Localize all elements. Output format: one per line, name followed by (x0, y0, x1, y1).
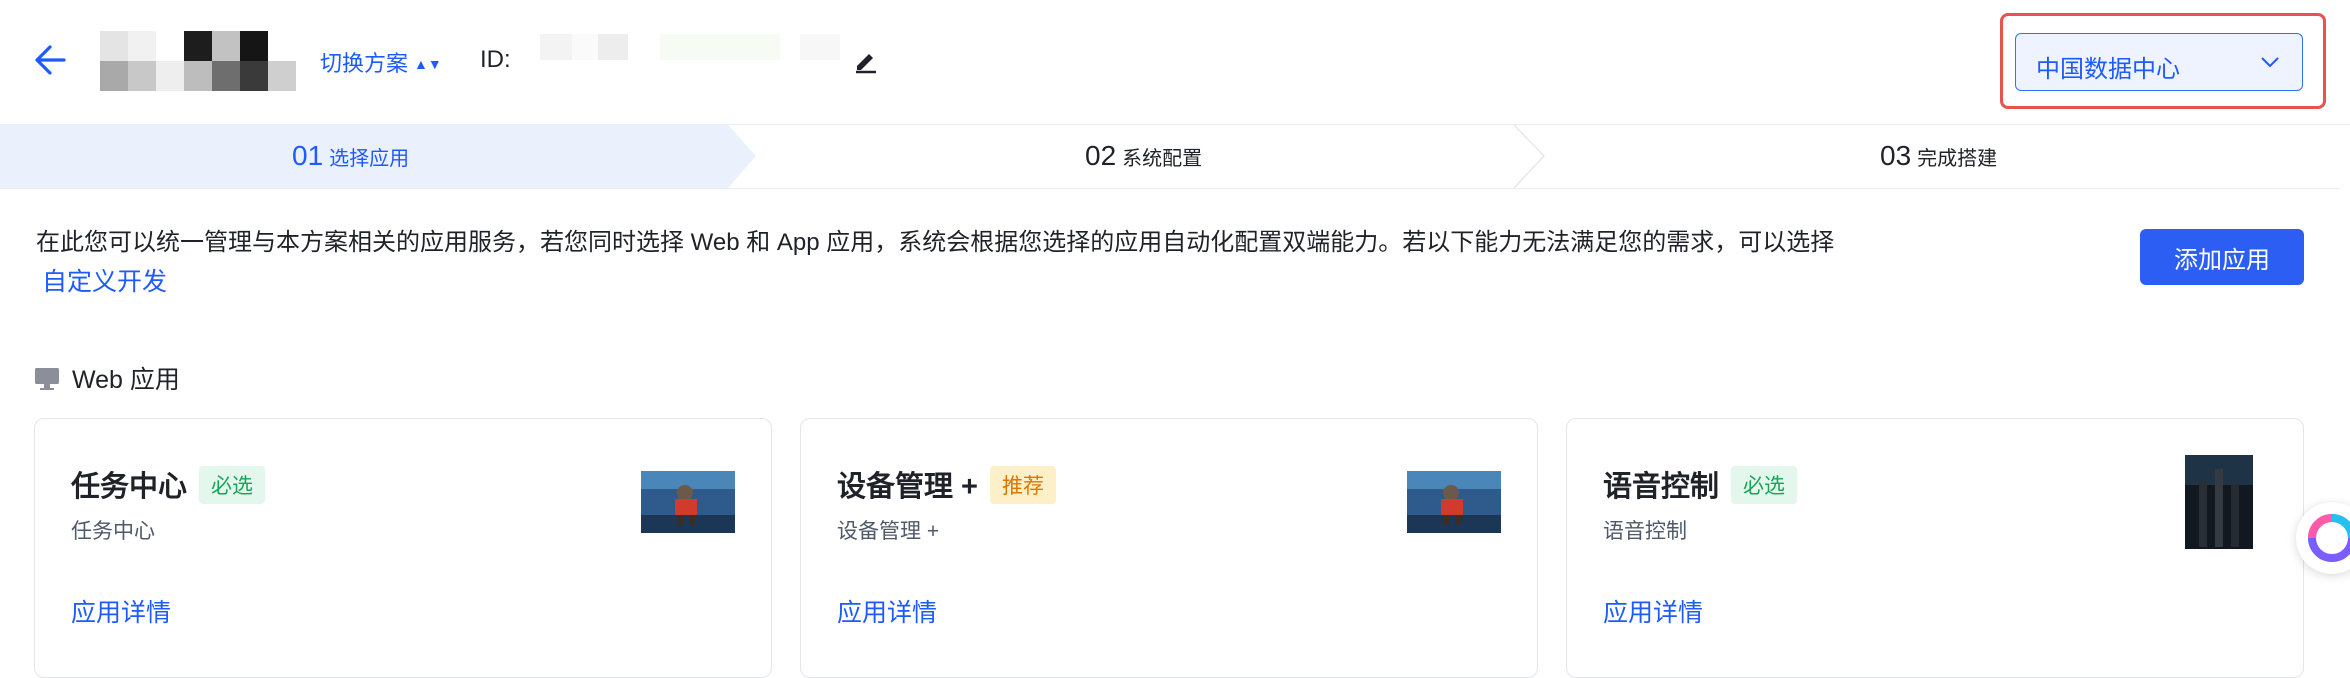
blurred-app-logo (100, 31, 296, 91)
back-arrow-icon[interactable] (30, 40, 70, 80)
step-number: 01 (292, 140, 324, 171)
app-card-voice-control[interactable]: 语音控制 必选 语音控制 应用详情 (1566, 418, 2304, 678)
assistant-ring-icon (2308, 514, 2350, 562)
step-system-config[interactable]: 02 系统配置 (1085, 140, 1202, 172)
monitor-icon (34, 367, 60, 398)
card-title-text: 任务中心 (71, 471, 188, 503)
add-app-button[interactable]: 添加应用 (2140, 229, 2304, 285)
top-header: 切换方案 ▲▼ ID: 中国数据中心 (0, 0, 2350, 125)
step-number: 03 (1880, 140, 1912, 171)
edit-pencil-icon[interactable] (852, 46, 880, 74)
app-card-task-center[interactable]: 任务中心 必选 任务中心 应用详情 (34, 418, 772, 678)
card-thumbnail-image (1407, 471, 1501, 533)
switch-plan-button[interactable]: 切换方案 ▲▼ (320, 46, 442, 78)
app-detail-link[interactable]: 应用详情 (837, 593, 937, 629)
switch-plan-label: 切换方案 (320, 51, 409, 76)
recommended-badge: 推荐 (990, 466, 1056, 504)
section-title-text: Web 应用 (72, 366, 180, 394)
card-thumbnail-image (641, 471, 735, 533)
card-title: 语音控制 必选 (1603, 463, 1798, 505)
step-number: 02 (1085, 140, 1117, 171)
chevron-down-icon (2260, 54, 2280, 75)
card-subtitle: 语音控制 (1603, 520, 1687, 543)
sort-caret-icon: ▲▼ (414, 56, 442, 72)
custom-development-link[interactable]: 自定义开发 (42, 262, 167, 298)
app-detail-link[interactable]: 应用详情 (1603, 593, 1703, 629)
step-label: 选择应用 (329, 148, 410, 170)
step-divider (1513, 125, 1546, 188)
data-center-select[interactable]: 中国数据中心 (2015, 33, 2303, 91)
app-card-device-management[interactable]: 设备管理 + 推荐 设备管理 + 应用详情 (800, 418, 1538, 678)
data-center-value: 中国数据中心 (2036, 56, 2180, 83)
step-select-app[interactable]: 01 选择应用 (292, 140, 409, 172)
card-subtitle: 任务中心 (71, 520, 155, 543)
card-thumbnail-image (2185, 455, 2253, 549)
app-detail-link[interactable]: 应用详情 (71, 593, 171, 629)
ai-assistant-button[interactable] (2296, 502, 2350, 574)
web-apps-section-title: Web 应用 (34, 360, 180, 398)
step-label: 系统配置 (1122, 148, 1203, 170)
id-label: ID: (480, 46, 511, 73)
required-badge: 必选 (1731, 466, 1798, 504)
step-progress-bar: 01 选择应用 02 系统配置 03 完成搭建 (0, 125, 2340, 189)
card-title: 设备管理 + 推荐 (837, 463, 1056, 505)
page-description: 在此您可以统一管理与本方案相关的应用服务，若您同时选择 Web 和 App 应用… (36, 229, 1835, 256)
card-title-text: 设备管理 + (837, 471, 978, 503)
card-subtitle: 设备管理 + (837, 520, 940, 543)
card-title: 任务中心 必选 (71, 463, 266, 505)
card-title-text: 语音控制 (1603, 471, 1720, 503)
required-badge: 必选 (199, 466, 266, 504)
step-finish-build[interactable]: 03 完成搭建 (1880, 140, 1997, 172)
step-label: 完成搭建 (1917, 148, 1998, 170)
